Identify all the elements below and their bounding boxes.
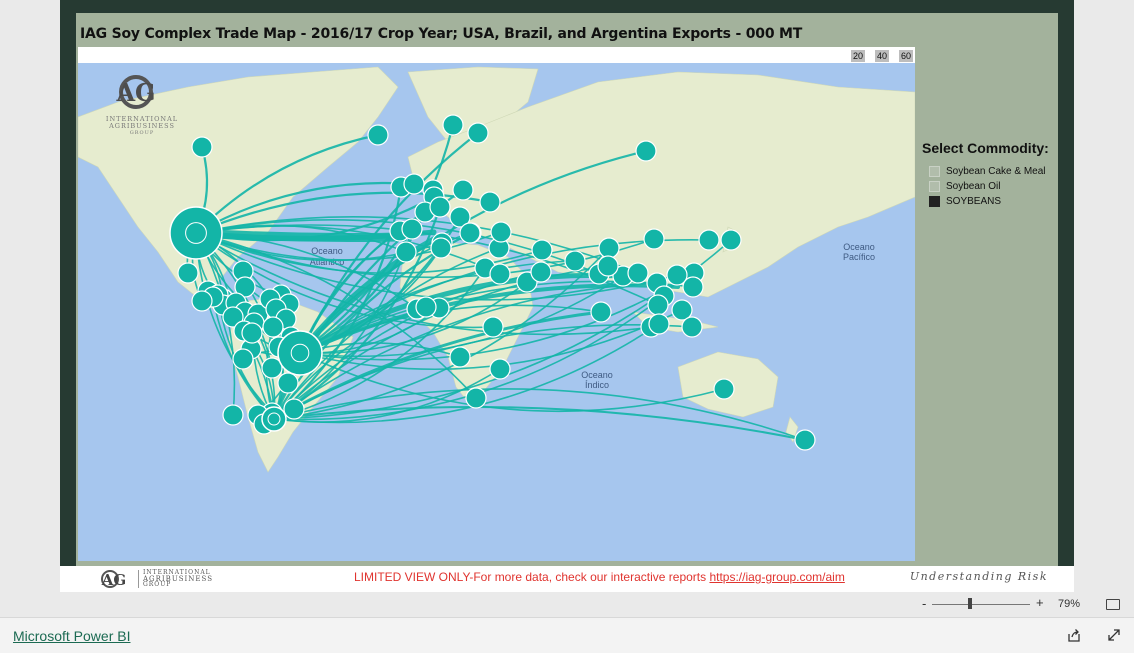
destination-node[interactable] xyxy=(489,358,511,380)
destination-node[interactable] xyxy=(627,262,649,284)
destination-node[interactable] xyxy=(482,316,504,338)
notice-text: LIMITED VIEW ONLY-For more data, check o… xyxy=(354,570,710,584)
destination-node[interactable] xyxy=(430,237,452,259)
svg-text:AG: AG xyxy=(115,78,155,107)
destination-node[interactable] xyxy=(590,301,612,323)
origin-node[interactable] xyxy=(277,330,323,376)
slicer-option-soybeans[interactable]: SOYBEANS xyxy=(922,194,1058,209)
destination-node[interactable] xyxy=(449,346,471,368)
report-title: IAG Soy Complex Trade Map - 2016/17 Crop… xyxy=(80,26,803,42)
zoom-out-button[interactable]: - xyxy=(922,596,926,611)
slicer-option-label: SOYBEANS xyxy=(946,196,1002,207)
pacific-label-2: Pacífico xyxy=(843,252,875,262)
iag-logo-icon: AG xyxy=(101,570,126,589)
svg-text:GROUP: GROUP xyxy=(130,130,154,136)
indian-label-2: Índico xyxy=(585,380,609,390)
slicer-option-label: Soybean Cake & Meal xyxy=(946,166,1046,177)
trade-map[interactable]: Oceano Atlântico Oceano Pacífico Oceano … xyxy=(78,47,915,561)
zoom-bar: - + 79% xyxy=(0,592,1134,617)
zoom-in-button[interactable]: + xyxy=(1036,595,1044,610)
indian-label-1: Oceano xyxy=(581,370,613,380)
checkbox[interactable] xyxy=(929,181,940,192)
destination-node[interactable] xyxy=(465,387,487,409)
destination-node[interactable] xyxy=(635,140,657,162)
size-legend-60: 60 xyxy=(899,50,913,62)
aim-link[interactable]: https://iag-group.com/aim xyxy=(709,570,844,584)
size-legend-20: 20 xyxy=(851,50,865,62)
destination-node[interactable] xyxy=(489,263,511,285)
destination-node[interactable] xyxy=(232,348,254,370)
destination-node[interactable] xyxy=(713,378,735,400)
destination-node[interactable] xyxy=(564,250,586,272)
destination-node[interactable] xyxy=(530,261,552,283)
destination-node[interactable] xyxy=(681,316,703,338)
report-footer: AG INTERNATIONAL AGRIBUSINESS GROUP LIMI… xyxy=(60,566,1074,592)
checkbox-checked[interactable] xyxy=(929,196,940,207)
pacific-label-1: Oceano xyxy=(843,242,875,252)
destination-node[interactable] xyxy=(395,241,417,263)
destination-node[interactable] xyxy=(241,322,263,344)
map-svg[interactable]: Oceano Atlântico Oceano Pacífico Oceano … xyxy=(78,47,915,561)
destination-node[interactable] xyxy=(720,229,742,251)
destination-node[interactable] xyxy=(647,294,669,316)
destination-node[interactable] xyxy=(479,191,501,213)
destination-node[interactable] xyxy=(682,276,704,298)
destination-node[interactable] xyxy=(490,221,512,243)
destination-node[interactable] xyxy=(262,316,284,338)
fit-to-page-icon[interactable] xyxy=(1106,599,1120,610)
destination-node[interactable] xyxy=(452,179,474,201)
svg-text:AGRIBUSINESS: AGRIBUSINESS xyxy=(108,122,175,130)
size-legend-bar: 20 40 60 xyxy=(78,47,915,63)
destination-node[interactable] xyxy=(415,296,437,318)
footer-logo: AG INTERNATIONAL AGRIBUSINESS GROUP xyxy=(94,569,213,590)
destination-node[interactable] xyxy=(648,313,670,335)
slicer-header: Select Commodity: xyxy=(922,140,1049,156)
limited-view-notice: LIMITED VIEW ONLY-For more data, check o… xyxy=(354,570,845,584)
size-legend-40: 40 xyxy=(875,50,889,62)
svg-text:AG: AG xyxy=(101,571,126,589)
destination-node[interactable] xyxy=(222,404,244,426)
destination-node[interactable] xyxy=(277,372,299,394)
powerbi-link[interactable]: Microsoft Power BI xyxy=(13,628,130,644)
zoom-slider-track[interactable] xyxy=(932,604,1030,605)
destination-node[interactable] xyxy=(643,228,665,250)
atlantic-label-1: Oceano xyxy=(311,246,343,256)
destination-node[interactable] xyxy=(401,218,423,240)
share-icon[interactable] xyxy=(1066,627,1082,643)
destination-node[interactable] xyxy=(283,398,305,420)
origin-node[interactable] xyxy=(261,406,287,432)
origin-node[interactable] xyxy=(169,206,223,260)
destination-node[interactable] xyxy=(177,262,199,284)
destination-node[interactable] xyxy=(531,239,553,261)
powerbi-bar: Microsoft Power BI xyxy=(0,617,1134,653)
destination-node[interactable] xyxy=(598,237,620,259)
slicer-option-soybean-oil[interactable]: Soybean Oil xyxy=(922,179,1058,194)
commodity-slicer: Select Commodity: Soybean Cake & Meal So… xyxy=(922,140,1058,209)
zoom-level: 79% xyxy=(1058,598,1081,610)
destination-node[interactable] xyxy=(191,136,213,158)
zoom-slider-thumb[interactable] xyxy=(968,598,972,609)
destination-node[interactable] xyxy=(597,255,619,277)
fullscreen-icon[interactable] xyxy=(1106,627,1122,643)
destination-node[interactable] xyxy=(191,290,213,312)
slicer-option-soybean-cake-meal[interactable]: Soybean Cake & Meal xyxy=(922,164,1058,179)
destination-node[interactable] xyxy=(403,173,425,195)
destination-node[interactable] xyxy=(429,196,451,218)
destination-node[interactable] xyxy=(794,429,816,451)
destination-node[interactable] xyxy=(442,114,464,136)
checkbox[interactable] xyxy=(929,166,940,177)
destination-node[interactable] xyxy=(698,229,720,251)
destination-node[interactable] xyxy=(367,124,389,146)
destination-node[interactable] xyxy=(467,122,489,144)
tagline: Understanding Risk xyxy=(909,570,1048,583)
destination-node[interactable] xyxy=(459,222,481,244)
slicer-option-label: Soybean Oil xyxy=(946,181,1001,192)
